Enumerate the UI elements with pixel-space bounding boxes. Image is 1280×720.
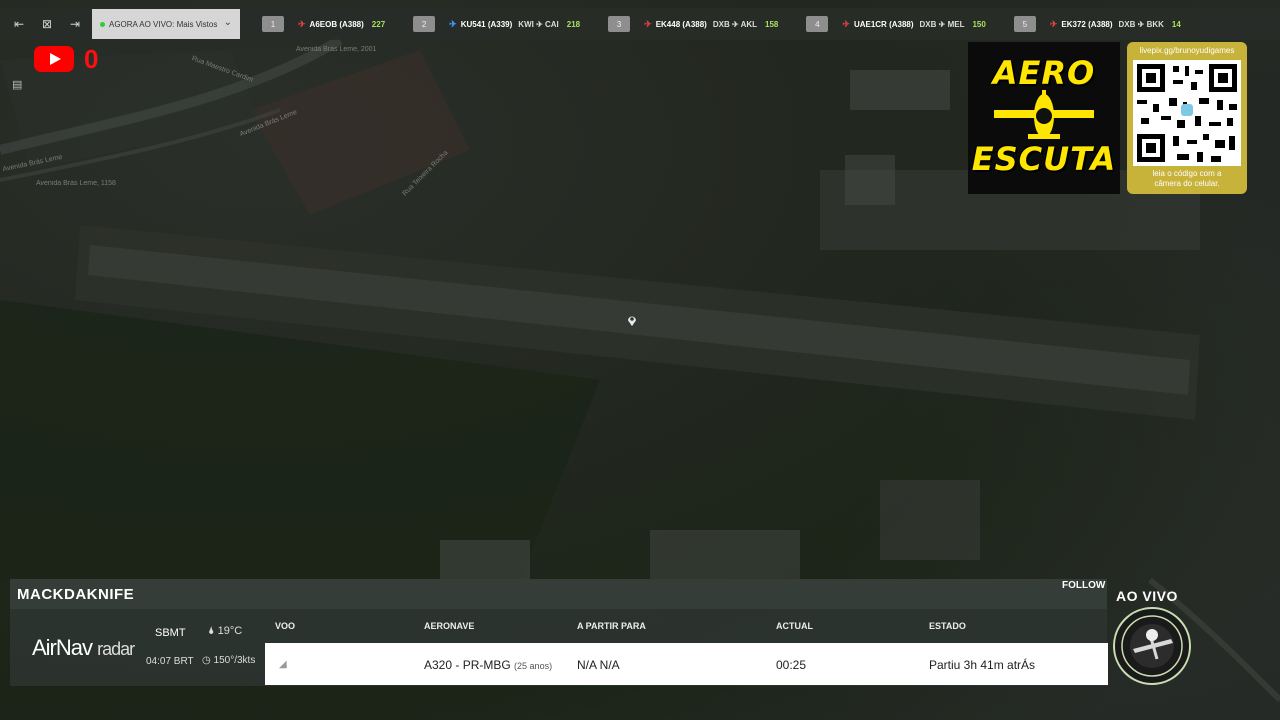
- column-header-voo: VOO: [275, 621, 296, 631]
- flight-route: DXB ✈ BKK: [1118, 19, 1164, 29]
- flight-rank: 2: [413, 16, 436, 32]
- panel-header: [10, 579, 1107, 609]
- flight-item[interactable]: 3 ✈ EK448 (A388) DXB ✈ AKL 158: [608, 16, 778, 32]
- column-header-aeronave: AERONAVE: [424, 621, 475, 631]
- live-label: AO VIVO: [1116, 588, 1178, 604]
- airnav-radar-logo: AirNav radar: [32, 635, 135, 661]
- airplane-icon: ✈: [1049, 18, 1058, 29]
- view-selector[interactable]: AGORA AO VIVO: Mais Vistos ⌄: [92, 9, 240, 39]
- airport-code: SBMT: [155, 627, 186, 639]
- flight-code: UAE1CR: [853, 19, 887, 29]
- play-next-icon[interactable]: ⇥: [66, 15, 84, 33]
- flight-info-panel: MACKDAKNIFE AirNav radar SBMT 04:07 BRT …: [10, 579, 1108, 686]
- flight-item[interactable]: 1 ✈ A6EOB (A388) 227: [262, 16, 385, 32]
- live-dot-icon: [100, 21, 105, 27]
- flight-item[interactable]: 2 ✈ KU541 (A339) KWI ✈ CAI 218: [413, 16, 580, 32]
- flight-code: EK372: [1061, 19, 1086, 29]
- flight-route: DXB ✈ MEL: [919, 19, 965, 29]
- flight-code: A6EOB: [309, 19, 338, 29]
- aircraft-value: A320 - PR-MBG: [424, 658, 511, 672]
- aircraft-age: (25 anos): [514, 661, 553, 671]
- flight-type: (A388): [339, 19, 364, 29]
- view-selector-label: AGORA AO VIVO: Mais Vistos: [109, 19, 218, 29]
- viewer-count: 218: [566, 19, 581, 29]
- column-header-rota: A PARTIR PARA: [577, 621, 646, 631]
- airplane-icon: ✈: [644, 18, 652, 29]
- qr-code-card: livepix.gg/brunoyudigames leia o código …: [1127, 42, 1247, 194]
- viewer-count: 14: [1171, 19, 1181, 29]
- flight-type: (A388): [889, 19, 914, 29]
- aero-escuta-logo: AERO ESCUTA: [968, 42, 1120, 194]
- brand-suffix: radar: [97, 639, 135, 659]
- youtube-count: 0: [84, 44, 99, 74]
- column-header-actual: ACTUAL: [776, 621, 813, 631]
- status-cell: Partiu 3h 41m atrÁs: [929, 658, 1036, 672]
- qr-caption-line-2: câmera do celular.: [1154, 179, 1220, 188]
- temperature: 🌢 19°C: [208, 625, 242, 638]
- route-cell: N/A N/A: [577, 658, 620, 672]
- flight-rank: 4: [806, 16, 829, 32]
- qr-caption-line-1: leia o código com a: [1152, 169, 1222, 178]
- flight-item[interactable]: 5 ✈ EK372 (A388) DXB ✈ BKK 14: [1013, 16, 1181, 32]
- flight-rank: 5: [1013, 16, 1036, 32]
- qr-code-icon: [1133, 60, 1241, 166]
- street-label: Avenida Brás Leme, 2001: [296, 46, 377, 53]
- aircraft-cell: A320 - PR-MBG (25 anos): [424, 658, 552, 672]
- youtube-icon: [34, 46, 74, 72]
- airplane-icon: ✈: [298, 18, 306, 29]
- street-label: Avenida Brás Leme, 1158: [36, 180, 116, 187]
- airplane-icon: ✈: [842, 18, 850, 29]
- flight-type: (A388): [682, 19, 707, 29]
- viewer-count: 150: [972, 19, 986, 29]
- qr-caption: leia o código com a câmera do celular.: [1127, 169, 1247, 189]
- airplane-logo-icon: [994, 90, 1094, 139]
- wind: ◷ 150°/3kts: [202, 655, 255, 666]
- close-panel-icon[interactable]: ⊠: [38, 15, 56, 33]
- channel-badge-logo: [1113, 607, 1191, 685]
- temperature-icon: 🌢: [208, 625, 215, 637]
- wind-icon: ◷: [202, 655, 211, 666]
- menu-list-icon[interactable]: ▤: [12, 78, 30, 92]
- actual-cell: 00:25: [776, 658, 807, 672]
- qr-url: livepix.gg/brunoyudigames: [1139, 46, 1235, 55]
- flight-row[interactable]: ◢ A320 - PR-MBG (25 anos) N/A N/A 00:25 …: [265, 643, 1108, 685]
- flight-route: KWI ✈ CAI: [518, 19, 559, 29]
- flight-type: (A388): [1088, 19, 1113, 29]
- flight-rank: 3: [608, 16, 631, 32]
- wind-value: 150°/3kts: [213, 655, 256, 666]
- top-bar: ⇤ ⊠ ⇥ AGORA AO VIVO: Mais Vistos ⌄ 1 ✈ A…: [0, 8, 1280, 40]
- flight-item[interactable]: 4 ✈ UAE1CR (A388) DXB ✈ MEL 150: [806, 16, 986, 32]
- brand-name: AirNav: [32, 635, 93, 660]
- map-pin-icon[interactable]: [626, 314, 638, 328]
- flight-callsign: MACKDAKNIFE: [17, 586, 135, 603]
- flight-route: DXB ✈ AKL: [712, 19, 758, 29]
- column-header-estado: ESTADO: [929, 621, 966, 631]
- collapse-left-icon[interactable]: ⇤: [10, 15, 28, 33]
- follow-button[interactable]: FOLLOW: [1062, 580, 1105, 591]
- temperature-value: 19°C: [217, 625, 243, 637]
- viewer-count: 227: [371, 19, 386, 29]
- logo-line-2: ESCUTA: [971, 140, 1117, 178]
- viewer-count: 158: [765, 19, 779, 29]
- flight-ticker: 1 ✈ A6EOB (A388) 227 2 ✈ KU541 (A339) KW…: [262, 8, 1209, 40]
- flight-code: KU541: [460, 19, 486, 29]
- flight-code: EK448: [655, 19, 681, 29]
- chevron-down-icon: ⌄: [223, 17, 232, 28]
- airline-logo-icon: ◢: [279, 659, 287, 670]
- flight-type: (A339): [487, 19, 513, 29]
- flight-rank: 1: [262, 16, 284, 32]
- logo-line-1: AERO: [992, 54, 1096, 92]
- local-time: 04:07 BRT: [146, 656, 194, 667]
- airplane-icon: ✈: [449, 18, 457, 29]
